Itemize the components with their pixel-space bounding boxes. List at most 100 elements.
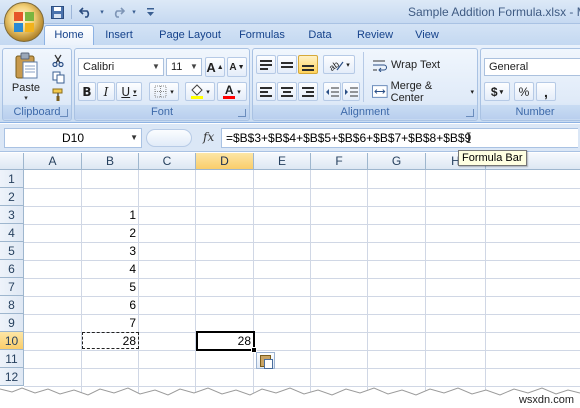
format-painter-button[interactable] [49, 86, 67, 102]
font-color-sample: A [224, 82, 234, 97]
text-cursor-icon: I [466, 131, 472, 147]
select-all-corner[interactable] [0, 153, 24, 170]
font-dialog-launcher-icon[interactable] [238, 109, 246, 117]
row-header-2[interactable]: 2 [0, 188, 24, 206]
comma-style-button[interactable]: , [536, 82, 556, 101]
office-logo-icon [13, 11, 35, 33]
increase-indent-button[interactable] [342, 82, 360, 101]
name-box[interactable]: D10 ▼ [4, 128, 142, 148]
shrink-font-label: A [229, 61, 237, 73]
currency-label: $ [490, 84, 498, 99]
clipboard-group: Paste ▾ Clipboard [2, 48, 72, 121]
align-left-button[interactable] [256, 82, 276, 101]
font-size-combo[interactable]: 11 ▼ [166, 58, 202, 76]
insert-function-icon[interactable]: fx [203, 130, 214, 144]
cell-b9[interactable]: 7 [82, 314, 139, 332]
wrap-text-button[interactable]: Wrap Text [369, 55, 443, 74]
cell-b8[interactable]: 6 [82, 296, 139, 314]
cell-b6[interactable]: 4 [82, 260, 139, 278]
row-header-11[interactable]: 11 [0, 350, 24, 368]
number-format-combo[interactable]: General [484, 58, 580, 76]
redo-icon[interactable] [109, 4, 127, 20]
number-group: General $ ▾ % , Number [480, 48, 580, 121]
font-name-value: Calibri [83, 61, 115, 73]
row-header-6[interactable]: 6 [0, 260, 24, 278]
column-header-c[interactable]: C [139, 153, 196, 170]
formula-bar-controls: fx [146, 128, 218, 148]
office-button[interactable] [4, 2, 44, 42]
tab-home[interactable]: Home [44, 25, 94, 47]
column-header-g[interactable]: G [368, 153, 426, 170]
row-header-9[interactable]: 9 [0, 314, 24, 332]
column-header-b[interactable]: B [82, 153, 139, 170]
align-bottom-button[interactable] [298, 55, 318, 74]
customize-qat-icon[interactable] [141, 4, 159, 20]
paste-options-button[interactable] [256, 352, 275, 369]
worksheet-grid[interactable]: A B C D E F G H 1 2 3 4 5 6 7 8 9 10 11 … [0, 153, 580, 395]
row-header-7[interactable]: 7 [0, 278, 24, 296]
align-middle-button[interactable] [277, 55, 297, 74]
underline-button[interactable]: U ▾ [116, 82, 142, 101]
italic-button[interactable]: I [97, 82, 115, 101]
chevron-down-icon: ▾ [499, 88, 504, 96]
qat-separator [71, 5, 72, 19]
column-header-d[interactable]: D [196, 153, 254, 170]
name-box-value: D10 [61, 131, 84, 145]
row-header-8[interactable]: 8 [0, 296, 24, 314]
borders-button[interactable]: ▾ [149, 82, 179, 101]
chevron-down-icon: ▼ [152, 62, 160, 71]
column-header-f[interactable]: F [311, 153, 368, 170]
row-header-1[interactable]: 1 [0, 170, 24, 188]
merge-center-icon [372, 85, 388, 98]
paste-button[interactable]: Paste ▾ [6, 51, 46, 103]
merge-center-button[interactable]: Merge & Center ▾ [369, 80, 475, 104]
gridline [425, 170, 426, 395]
font-color-button[interactable]: A ▾ [217, 82, 247, 101]
copy-button[interactable] [49, 69, 67, 85]
gridline [24, 368, 580, 369]
fill-color-button[interactable]: ▾ [185, 82, 215, 101]
tab-insert[interactable]: Insert [98, 26, 140, 46]
bold-button[interactable]: B [78, 82, 96, 101]
gridline [24, 350, 580, 351]
grow-font-button[interactable]: A ▲ [205, 57, 225, 77]
chevron-down-icon: ▾ [133, 87, 137, 96]
cut-button[interactable] [49, 52, 67, 68]
redo-dropdown-icon[interactable]: ▾ [130, 4, 138, 20]
undo-icon[interactable] [77, 4, 95, 20]
save-icon[interactable] [48, 4, 66, 20]
cell-b7[interactable]: 5 [82, 278, 139, 296]
column-header-a[interactable]: A [24, 153, 82, 170]
tab-page-layout[interactable]: Page Layout [152, 26, 228, 46]
formula-input[interactable]: =$B$3+$B$4+$B$5+$B$6+$B$7+$B$8+$B$9 [221, 128, 578, 148]
row-header-5[interactable]: 5 [0, 242, 24, 260]
tab-review[interactable]: Review [350, 26, 400, 46]
percent-button[interactable]: % [514, 82, 534, 101]
clipboard-dialog-launcher-icon[interactable] [60, 109, 68, 117]
cell-b4[interactable]: 2 [82, 224, 139, 242]
row-header-4[interactable]: 4 [0, 224, 24, 242]
cell-b3[interactable]: 1 [82, 206, 139, 224]
tab-data[interactable]: Data [301, 26, 339, 46]
currency-button[interactable]: $ ▾ [484, 82, 510, 101]
tab-view[interactable]: View [408, 26, 446, 46]
wrap-text-label: Wrap Text [391, 58, 441, 71]
align-center-button[interactable] [277, 82, 297, 101]
underline-label: U [121, 84, 131, 99]
shrink-font-arrow-icon: ▼ [237, 63, 245, 71]
cell-b5[interactable]: 3 [82, 242, 139, 260]
align-right-button[interactable] [298, 82, 318, 101]
shrink-font-button[interactable]: A ▼ [227, 57, 247, 77]
gridline [367, 170, 368, 395]
orientation-button[interactable]: ab ▾ [323, 55, 355, 74]
align-top-button[interactable] [256, 55, 276, 74]
decrease-indent-button[interactable] [323, 82, 341, 101]
alignment-dialog-launcher-icon[interactable] [466, 109, 474, 117]
row-header-3[interactable]: 3 [0, 206, 24, 224]
row-header-10[interactable]: 10 [0, 332, 24, 350]
font-name-combo[interactable]: Calibri ▼ [78, 58, 164, 76]
tab-formulas[interactable]: Formulas [234, 26, 290, 46]
column-header-e[interactable]: E [254, 153, 311, 170]
undo-dropdown-icon[interactable]: ▾ [98, 4, 106, 20]
font-group-label: Font [75, 105, 249, 119]
